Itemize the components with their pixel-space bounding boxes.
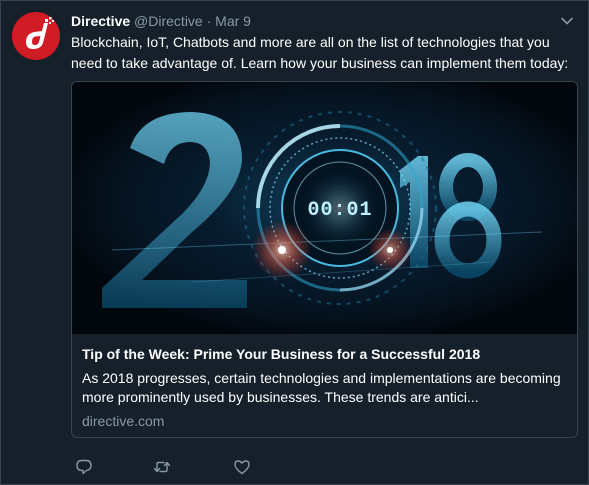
reply-icon[interactable]	[75, 458, 93, 476]
author-handle[interactable]: @Directive	[134, 13, 203, 29]
tweet-container: Directive @Directive · Mar 9 Blockchain,…	[0, 0, 589, 485]
avatar[interactable]	[12, 12, 60, 60]
tweet-actions	[75, 458, 275, 476]
author-name[interactable]: Directive	[71, 13, 130, 29]
like-icon[interactable]	[233, 458, 251, 476]
card-description: As 2018 progresses, certain technologies…	[82, 370, 561, 405]
link-card[interactable]: 00:01 Tip of the Week: Prime Your Busine…	[71, 81, 578, 438]
card-body: Tip of the Week: Prime Your Business for…	[72, 335, 577, 430]
card-title: Tip of the Week: Prime Your Business for…	[82, 346, 481, 362]
retweet-icon[interactable]	[153, 458, 171, 476]
directive-logo-icon	[26, 17, 54, 49]
chevron-down-icon[interactable]	[560, 14, 574, 28]
card-image: 00:01	[72, 82, 577, 334]
tweet-date[interactable]: Mar 9	[215, 13, 251, 29]
tweet-header: Directive @Directive · Mar 9	[71, 12, 558, 32]
header-separator: ·	[206, 13, 212, 29]
card-domain: directive.com	[82, 413, 165, 429]
tweet-text: Blockchain, IoT, Chatbots and more are a…	[71, 34, 569, 71]
clock-readout: 00:01	[307, 199, 372, 222]
